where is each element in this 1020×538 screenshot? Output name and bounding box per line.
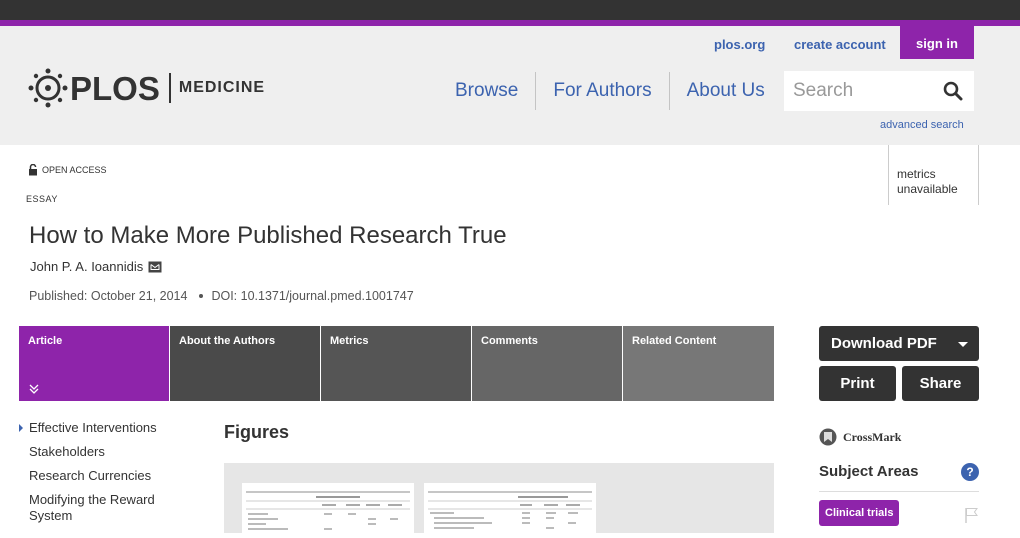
figure-table-thumbnail-icon bbox=[428, 491, 592, 529]
plos-medicine-logo[interactable]: PLOS MEDICINE bbox=[28, 68, 265, 108]
figure-table-thumbnail-icon bbox=[246, 491, 410, 530]
article-title: How to Make More Published Research True bbox=[29, 222, 507, 249]
search-icon[interactable] bbox=[938, 76, 968, 106]
tab-article-label: Article bbox=[28, 335, 63, 347]
subject-areas-heading: Subject Areas bbox=[819, 463, 919, 480]
tab-metrics[interactable]: Metrics bbox=[321, 326, 471, 401]
email-icon[interactable] bbox=[148, 261, 162, 273]
article-tabs: Article About the Authors Metrics Commen… bbox=[19, 326, 775, 401]
double-chevron-down-icon bbox=[29, 384, 39, 394]
subject-divider bbox=[819, 491, 979, 492]
nav-about-us[interactable]: About Us bbox=[670, 72, 782, 110]
metrics-panel: metrics unavailable bbox=[888, 145, 979, 205]
help-icon[interactable]: ? bbox=[961, 463, 979, 481]
logo-journal-name: MEDICINE bbox=[178, 79, 266, 96]
site-header: plos.org create account sign in PLOS MED… bbox=[0, 26, 1020, 145]
toc-item-stakeholders[interactable]: Stakeholders bbox=[19, 444, 199, 460]
toc-item-modifying-reward-system[interactable]: Modifying the Reward System bbox=[19, 492, 199, 524]
tab-related-content[interactable]: Related Content bbox=[623, 326, 774, 401]
crossmark-badge[interactable]: CrossMark bbox=[819, 427, 901, 447]
search-placeholder: Search bbox=[793, 80, 854, 101]
table-of-contents: Effective Interventions Stakeholders Res… bbox=[19, 420, 199, 532]
crossmark-label: CrossMark bbox=[843, 429, 902, 444]
open-access-badge: OPEN ACCESS bbox=[28, 164, 107, 176]
metrics-text-line2: unavailable bbox=[897, 182, 958, 196]
search-input[interactable]: Search bbox=[784, 71, 974, 111]
main-nav: Browse For Authors About Us bbox=[438, 72, 782, 110]
metrics-text-line1: metrics bbox=[897, 167, 936, 181]
author-line: John P. A. Ioannidis bbox=[30, 259, 162, 274]
create-account-link[interactable]: create account bbox=[794, 37, 886, 52]
figure-thumbnail[interactable] bbox=[424, 483, 596, 533]
download-pdf-label: Download PDF bbox=[831, 335, 937, 352]
figure-thumbnail[interactable] bbox=[242, 483, 414, 533]
figures-carousel bbox=[224, 463, 774, 533]
plos-org-link[interactable]: plos.org bbox=[714, 37, 765, 52]
subject-tag-clinical-trials[interactable]: Clinical trials bbox=[819, 500, 900, 526]
article-type: ESSAY bbox=[26, 194, 58, 204]
tab-comments[interactable]: Comments bbox=[472, 326, 622, 401]
tab-about-the-authors[interactable]: About the Authors bbox=[170, 326, 320, 401]
separator-dot bbox=[199, 294, 204, 298]
toc-item-research-currencies[interactable]: Research Currencies bbox=[19, 468, 199, 484]
author-name[interactable]: John P. A. Ioannidis bbox=[30, 259, 143, 274]
open-access-label: OPEN ACCESS bbox=[42, 165, 107, 175]
published-date: Published: October 21, 2014 bbox=[29, 289, 188, 303]
plos-logo-mark-icon bbox=[28, 68, 68, 108]
publication-info: Published: October 21, 2014 DOI: 10.1371… bbox=[29, 289, 414, 303]
nav-browse[interactable]: Browse bbox=[438, 72, 535, 110]
figures-heading: Figures bbox=[224, 422, 290, 442]
doi[interactable]: DOI: 10.1371/journal.pmed.1001747 bbox=[211, 289, 413, 303]
logo-plos-text: PLOS bbox=[70, 69, 160, 107]
download-pdf-button[interactable]: Download PDF bbox=[819, 326, 979, 361]
caret-down-icon[interactable] bbox=[958, 342, 968, 347]
print-button[interactable]: Print bbox=[819, 366, 896, 401]
nav-for-authors[interactable]: For Authors bbox=[536, 72, 668, 110]
flag-icon[interactable] bbox=[963, 506, 981, 524]
advanced-search-link[interactable]: advanced search bbox=[880, 119, 964, 131]
top-bar bbox=[0, 0, 1020, 20]
toc-item-effective-interventions[interactable]: Effective Interventions bbox=[19, 420, 199, 436]
share-button[interactable]: Share bbox=[902, 366, 979, 401]
open-lock-icon bbox=[29, 164, 37, 176]
logo-divider bbox=[168, 73, 171, 103]
crossmark-icon bbox=[819, 428, 837, 446]
tab-article[interactable]: Article bbox=[19, 326, 169, 401]
sign-in-button[interactable]: sign in bbox=[900, 26, 974, 59]
